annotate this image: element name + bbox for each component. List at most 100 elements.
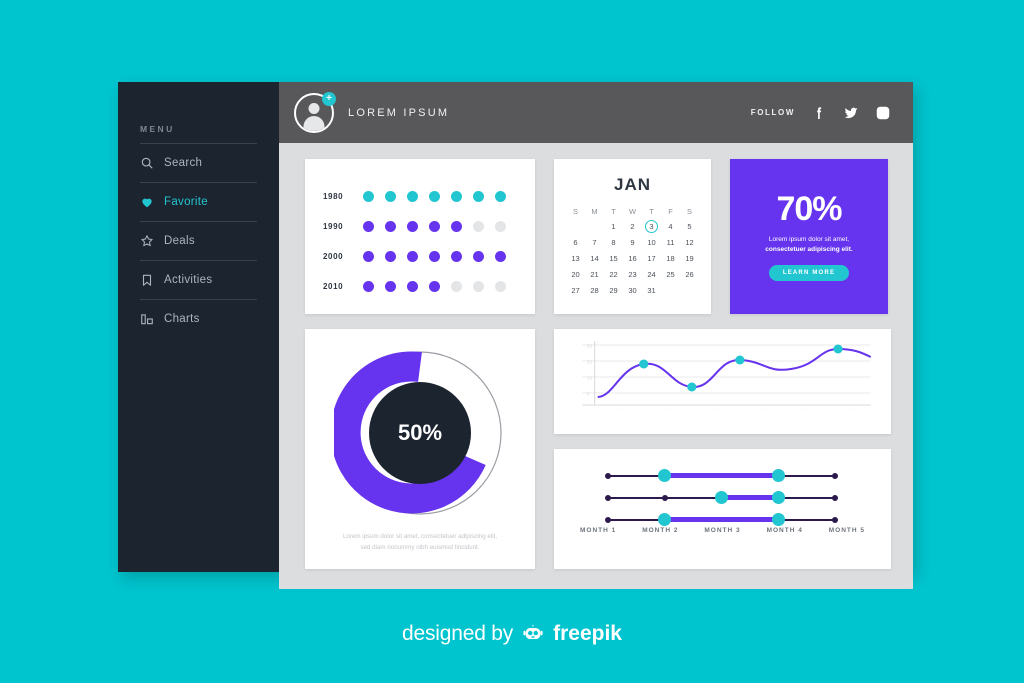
calendar-day[interactable]: 12 [681,236,699,250]
calendar-day[interactable]: 27 [567,284,585,298]
calendar-day[interactable]: 15 [605,252,623,266]
range-slider-tick-dot [832,472,838,479]
calendar-day[interactable]: 20 [567,268,585,282]
line-chart-card: 30 20 10 0 ----- ----- ----- ----- -----… [554,329,891,434]
range-slider-track[interactable] [605,469,838,482]
dot-matrix-dot [473,190,484,202]
dot-matrix-dots [363,250,506,262]
range-slider-fill [721,495,779,500]
calendar-day[interactable]: 18 [662,252,680,266]
calendar-day[interactable]: 8 [605,236,623,250]
calendar-day[interactable]: 1 [605,220,623,234]
calendar-blank [586,220,604,234]
range-slider-handle[interactable] [658,469,672,482]
sidebar-item-activities[interactable]: Activities [118,261,279,299]
calendar-day[interactable]: 30 [624,284,642,298]
range-slider-tick-dot [661,494,668,501]
calendar-day[interactable]: 29 [605,284,623,298]
svg-text:10: 10 [586,376,592,382]
calendar-day[interactable]: 9 [624,236,642,250]
svg-text:0: 0 [586,392,589,398]
calendar-day[interactable]: 14 [586,252,604,266]
svg-text:-----: ----- [709,407,717,412]
dot-matrix-dot [363,190,374,202]
range-slider-rows [574,467,871,526]
range-slider-track[interactable] [605,491,838,504]
brand-title: LOREM IPSUM [348,106,450,119]
range-slider-handle[interactable] [658,513,672,526]
dot-matrix-year-label: 1980 [323,191,344,201]
calendar-grid[interactable]: S M T W T F S 1 2 3 4 5 6 7 8 9 10 11 12 13 14 15 16 17 18 19 20 21… [567,205,699,298]
dot-matrix-dot [385,220,396,232]
calendar-day[interactable]: 6 [567,236,585,250]
range-slider-handle[interactable] [771,491,785,504]
calendar-day[interactable]: 16 [624,252,642,266]
avatar[interactable]: + [294,91,336,133]
calendar-day[interactable]: 23 [624,268,642,282]
calendar-weekday: T [649,207,654,216]
main-area: + LOREM IPSUM FOLLOW 1980 1990 2000 2010… [279,82,913,589]
calendar-day[interactable]: 26 [681,268,699,282]
donut-caption-line1: Lorem ipsum dolor sit amet, consectetuer… [342,533,498,540]
dot-matrix-dot [429,250,440,262]
range-slider-month-label: MONTH 5 [828,526,865,534]
avatar-add-badge[interactable]: + [322,91,336,106]
calendar-day[interactable]: 28 [586,284,604,298]
twitter-icon[interactable] [843,105,859,121]
calendar-day[interactable]: 10 [643,236,661,250]
donut-caption-line2: sed diam nonummy nibh euismod tincidunt. [360,544,480,552]
bookmark-icon [140,273,154,287]
calendar-day[interactable]: 13 [567,252,585,266]
range-slider-tick-dot [832,494,838,501]
calendar-blank [567,220,585,234]
sidebar-item-favorite[interactable]: Favorite [118,183,279,221]
dot-matrix-dot [495,220,506,232]
calendar-day[interactable]: 7 [586,236,604,250]
calendar-day[interactable]: 31 [643,284,661,298]
dot-matrix-dot [407,250,418,262]
range-slider-handle[interactable] [715,491,728,504]
dot-matrix-dot [495,280,506,292]
calendar-day[interactable]: 11 [662,236,680,250]
sidebar-item-label: Charts [164,313,200,325]
dot-matrix-dots [363,280,506,292]
calendar-day[interactable]: 17 [643,252,661,266]
dot-matrix-dot [451,250,462,262]
svg-text:-----: ----- [801,407,809,412]
instagram-icon[interactable] [875,105,891,121]
sidebar-item-label: Activities [164,274,213,286]
sidebar-item-deals[interactable]: Deals [118,222,279,260]
calendar-day[interactable]: 25 [662,268,680,282]
range-slider-handle[interactable] [771,513,785,526]
calendar-day[interactable]: 22 [605,268,623,282]
promo-line1: Lorem ipsum dolor sit amet, [768,235,850,243]
range-slider-month-label: MONTH 3 [704,526,741,534]
range-slider-card: MONTH 1 MONTH 2 MONTH 3 MONTH 4 MONTH 5 [554,448,891,569]
facebook-icon[interactable] [811,105,827,121]
range-slider-tick-dot [605,494,611,501]
calendar-day[interactable]: 21 [586,268,604,282]
line-chart-point [833,344,843,354]
range-slider-month-label: MONTH 2 [642,526,679,534]
dot-matrix-dot [473,280,484,292]
follow-label: FOLLOW [750,108,795,117]
content-row-bottom: 50% Lorem ipsum dolor sit amet, consecte… [305,329,891,569]
calendar-day[interactable]: 5 [681,220,699,234]
promo-card: 70% Lorem ipsum dolor sit amet, consecte… [730,159,888,314]
calendar-day[interactable]: 4 [662,220,680,234]
range-slider-month-label: MONTH 4 [766,526,803,534]
calendar-day[interactable]: 2 [624,220,642,234]
calendar-day[interactable]: 24 [643,268,661,282]
calendar-day[interactable]: 19 [681,252,699,266]
range-slider-track[interactable] [605,513,838,526]
content-area: 1980 1990 2000 2010 JAN S M T W T F S 1 2 3 4 5 6 7 8 9 10 1… [279,143,913,589]
learn-more-button[interactable]: LEARN MORE [768,265,850,282]
calendar-day-selected[interactable]: 3 [643,220,661,234]
range-slider-handle[interactable] [771,469,785,482]
bar-chart-icon [140,312,154,326]
line-chart-point [639,359,649,369]
sidebar-item-charts[interactable]: Charts [118,300,279,338]
content-row-top: 1980 1990 2000 2010 JAN S M T W T F S 1 2 3 4 5 6 7 8 9 10 1… [305,159,891,314]
sidebar-item-search[interactable]: Search [118,144,279,182]
dot-matrix-dot [451,190,462,202]
